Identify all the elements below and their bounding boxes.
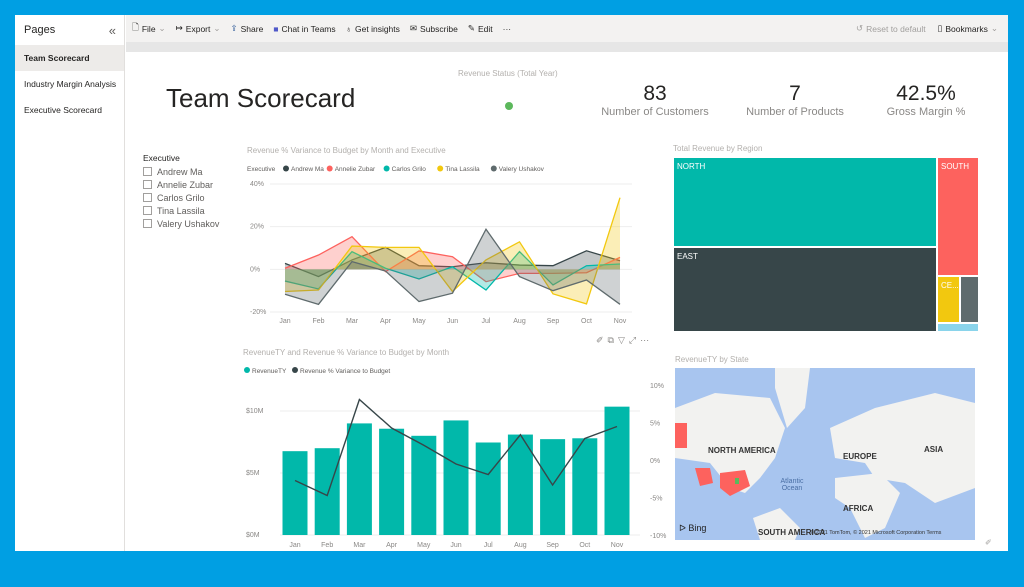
bar <box>475 442 501 535</box>
x-tick-label: Mar <box>346 318 359 325</box>
treemap-title: Total Revenue by Region <box>673 144 763 153</box>
map-label: NORTH AMERICA <box>708 446 776 455</box>
legend-marker <box>292 367 298 373</box>
x-tick-label: Oct <box>579 542 590 549</box>
y2-tick-label: 10% <box>650 383 664 390</box>
focus-mode-icon[interactable]: ⤢ <box>629 335 640 345</box>
treemap-tile-other[interactable] <box>937 323 979 332</box>
legend-label: Tina Lassila <box>445 166 480 173</box>
visual-header-icons[interactable]: ✐⧉▽⤢⋯ <box>596 335 653 346</box>
legend-marker <box>437 165 444 172</box>
map-label: ASIA <box>924 445 944 454</box>
y-tick-label: $0M <box>246 532 260 539</box>
y-tick-label: 20% <box>250 224 264 231</box>
x-tick-label: Aug <box>513 318 526 325</box>
y-tick-label: $5M <box>246 470 260 477</box>
x-tick-label: Apr <box>386 542 398 549</box>
x-tick-label: Oct <box>581 318 592 325</box>
y-tick-label: $10M <box>246 408 264 415</box>
y-tick-label: 0% <box>250 266 260 273</box>
x-tick-label: Mar <box>353 542 366 549</box>
bar <box>346 423 372 535</box>
legend-marker <box>283 165 289 172</box>
legend-marker <box>244 367 250 373</box>
more-icon[interactable]: ⋯ <box>640 335 653 345</box>
bar <box>572 438 598 535</box>
bar <box>443 420 469 535</box>
y2-tick-label: 0% <box>650 458 660 465</box>
x-tick-label: Apr <box>380 318 392 325</box>
x-tick-label: Jun <box>450 542 461 549</box>
x-tick-label: Sep <box>547 318 560 325</box>
legend-marker <box>490 165 497 172</box>
treemap-tile-south[interactable]: SOUTH <box>937 157 979 276</box>
legend-label: Annelie Zubar <box>335 166 376 173</box>
map-title: RevenueTY by State <box>675 355 749 364</box>
chart-title: RevenueTY and Revenue % Variance to Budg… <box>243 348 449 357</box>
x-tick-label: May <box>412 318 426 325</box>
x-tick-label: Feb <box>312 318 324 325</box>
chart-title: Revenue % Variance to Budget by Month an… <box>247 146 446 155</box>
legend-marker <box>326 165 333 172</box>
legend-title: Executive <box>247 166 276 173</box>
y2-tick-label: 5% <box>650 421 660 428</box>
x-tick-label: Jul <box>482 318 491 325</box>
x-tick-label: Jan <box>279 318 290 325</box>
map-copyright: © 2021 TomTom, © 2021 Microsoft Corporat… <box>810 530 942 536</box>
pin-icon[interactable]: ✐ <box>985 538 992 547</box>
y2-tick-label: -5% <box>650 496 662 503</box>
legend-label: Carlos Grilo <box>392 166 427 173</box>
x-tick-label: Aug <box>514 542 527 549</box>
bar <box>540 439 566 535</box>
bing-logo: ᐅ Bing <box>679 523 707 533</box>
x-tick-label: Feb <box>321 542 333 549</box>
y2-tick-label: -10% <box>650 533 666 540</box>
treemap-tile-north[interactable]: NORTH <box>673 157 937 247</box>
bar <box>604 406 630 535</box>
map-label: AFRICA <box>843 504 874 513</box>
x-tick-label: Nov <box>614 318 627 325</box>
y-tick-label: -20% <box>250 309 266 316</box>
x-tick-label: Jul <box>484 542 493 549</box>
x-tick-label: Sep <box>546 542 559 549</box>
x-tick-label: Nov <box>611 542 624 549</box>
x-tick-label: Jan <box>289 542 300 549</box>
bar <box>282 451 308 535</box>
legend-label: Valery Ushakov <box>499 166 545 173</box>
bar <box>379 428 405 535</box>
treemap-tile-east[interactable]: EAST <box>673 247 937 332</box>
filter-icon[interactable]: ▽ <box>618 335 629 345</box>
y-tick-label: 40% <box>250 181 264 188</box>
pin-icon[interactable]: ✐ <box>596 335 608 345</box>
x-tick-label: May <box>417 542 431 549</box>
copy-icon[interactable]: ⧉ <box>608 335 618 345</box>
x-tick-label: Jun <box>447 318 458 325</box>
treemap-tile-central[interactable]: CE... <box>937 276 960 323</box>
legend-label: RevenueTY <box>252 368 287 375</box>
revenue-by-state-map[interactable]: NORTH AMERICA EUROPE ASIA AFRICA SOUTH A… <box>675 368 975 540</box>
legend-marker <box>383 165 390 172</box>
map-label: EUROPE <box>843 452 877 461</box>
legend-label: Andrew Ma <box>291 166 324 173</box>
treemap-tile-other[interactable] <box>960 276 979 323</box>
map-label: Atlantic Ocean <box>780 478 804 492</box>
legend-label: Revenue % Variance to Budget <box>300 368 390 375</box>
